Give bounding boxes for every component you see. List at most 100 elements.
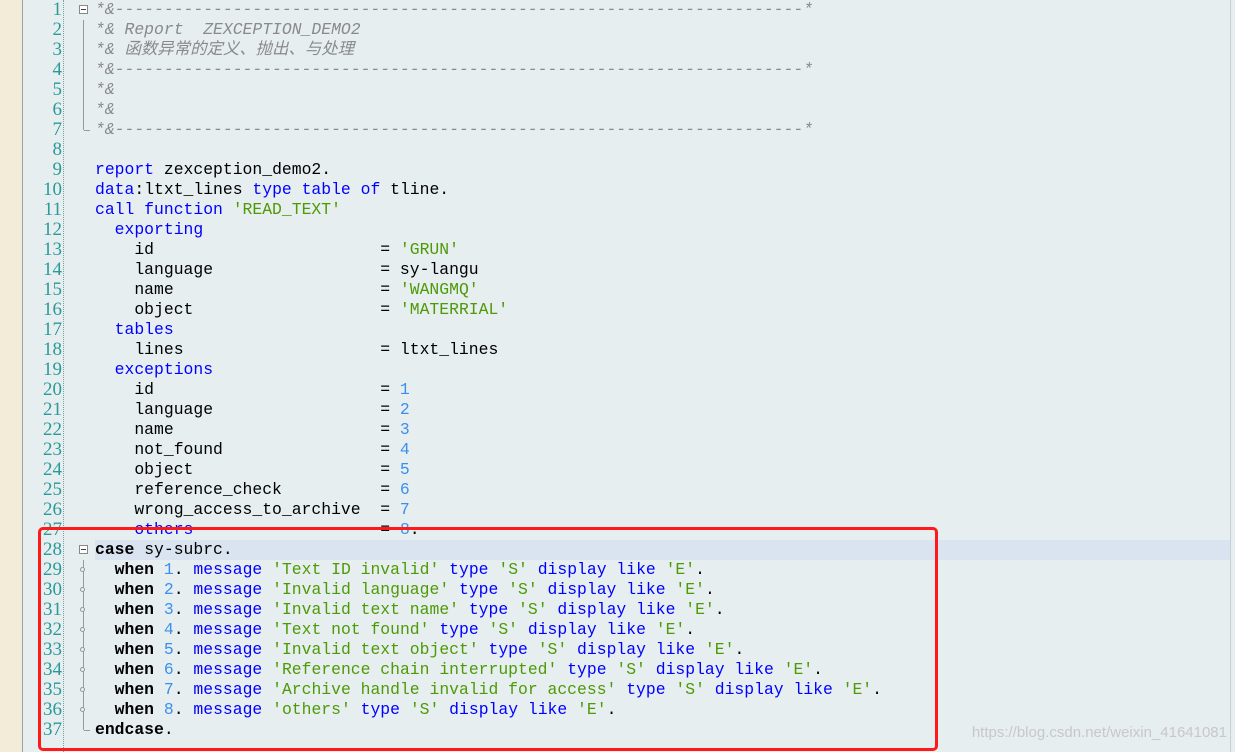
code-line[interactable]: 6 *& [0, 100, 1230, 120]
code-token: language = [95, 400, 400, 419]
line-number: 26 [43, 499, 62, 520]
code-text: *&--------------------------------------… [95, 0, 1230, 20]
code-line[interactable]: 15 name = 'WANGMQ' [0, 280, 1230, 300]
code-line[interactable]: 21 language = 2 [0, 400, 1230, 420]
code-text: *&--------------------------------------… [95, 120, 1230, 140]
code-line[interactable]: 14 language = sy-langu [0, 260, 1230, 280]
fold-line-icon [83, 100, 84, 120]
code-text: not_found = 4 [95, 440, 1230, 460]
fold-line-icon [83, 60, 84, 80]
fold-line-icon [83, 80, 84, 100]
code-line[interactable]: 7 *&-------------------------------------… [0, 120, 1230, 140]
line-number: 16 [43, 299, 62, 320]
keyword: report [95, 160, 155, 179]
code-line[interactable]: 9 report zexception_demo2. [0, 160, 1230, 180]
line-number: 10 [43, 179, 62, 200]
code-text: data:ltxt_lines type table of tline. [95, 180, 1230, 200]
code-text: tables [95, 320, 1230, 340]
line-number: 18 [43, 339, 62, 360]
code-line[interactable]: 16 object = 'MATERRIAL' [0, 300, 1230, 320]
line-number: 7 [52, 119, 63, 140]
string-literal: 'MATERRIAL' [399, 300, 509, 319]
code-token: name = [95, 420, 400, 439]
line-number: 12 [43, 219, 62, 240]
comment: *&--------------------------------------… [95, 0, 814, 19]
comment: *& [95, 100, 115, 119]
code-line[interactable]: 12 exporting [0, 220, 1230, 240]
number-literal: 2 [399, 400, 410, 419]
code-line[interactable]: 13 id = 'GRUN' [0, 240, 1230, 260]
number-literal: 7 [399, 500, 410, 519]
keyword: exceptions [95, 360, 214, 379]
code-text: lines = ltxt_lines [95, 340, 1230, 360]
line-number: 20 [43, 379, 62, 400]
code-line[interactable]: 1 *&-------------------------------------… [0, 0, 1230, 20]
code-token: name = [95, 280, 400, 299]
code-line[interactable]: 8 [0, 140, 1230, 160]
code-line[interactable]: 4 *&-------------------------------------… [0, 60, 1230, 80]
comment: *& Report ZEXCEPTION_DEMO2 [95, 20, 361, 39]
code-line[interactable]: 22 name = 3 [0, 420, 1230, 440]
code-line[interactable]: 19 exceptions [0, 360, 1230, 380]
code-text: exceptions [95, 360, 1230, 380]
fold-end-icon [83, 120, 90, 131]
code-text: id = 'GRUN' [95, 240, 1230, 260]
comment: *& [95, 80, 115, 99]
code-line[interactable]: 3 *& 函数异常的定义、抛出、与处理 [0, 40, 1230, 60]
code-token: :ltxt_lines [134, 180, 253, 199]
code-token: language = sy-langu [95, 260, 479, 279]
code-line[interactable]: 11 call function 'READ_TEXT' [0, 200, 1230, 220]
line-number: 3 [52, 39, 63, 60]
code-text: name = 3 [95, 420, 1230, 440]
line-number: 9 [52, 159, 63, 180]
code-token: zexception_demo2. [154, 160, 332, 179]
code-line[interactable]: 18 lines = ltxt_lines [0, 340, 1230, 360]
line-number: 25 [43, 479, 62, 500]
code-token: wrong_access_to_archive = [95, 500, 400, 519]
fold-collapse-icon[interactable] [79, 5, 88, 14]
code-text: *& 函数异常的定义、抛出、与处理 [95, 40, 1230, 60]
code-token: id = [95, 380, 400, 399]
line-number: 1 [52, 0, 63, 20]
fold-line-icon [83, 20, 84, 40]
code-text: object = 5 [95, 460, 1230, 480]
line-number: 4 [52, 59, 63, 80]
code-line[interactable]: 20 id = 1 [0, 380, 1230, 400]
line-number: 8 [52, 139, 63, 160]
keyword: type table of [252, 180, 381, 199]
code-text: call function 'READ_TEXT' [95, 200, 1230, 220]
code-text: reference_check = 6 [95, 480, 1230, 500]
number-literal: 4 [399, 440, 410, 459]
line-number: 23 [43, 439, 62, 460]
line-number: 24 [43, 459, 62, 480]
code-token: id = [95, 240, 400, 259]
code-line[interactable]: 24 object = 5 [0, 460, 1230, 480]
code-token: object = [95, 460, 400, 479]
code-token: not_found = [95, 440, 400, 459]
code-line[interactable]: 26 wrong_access_to_archive = 7 [0, 500, 1230, 520]
keyword: data [95, 180, 135, 199]
comment: *& 函数异常的定义、抛出、与处理 [95, 40, 354, 59]
highlight-annotation-box [38, 527, 938, 751]
code-text: language = 2 [95, 400, 1230, 420]
code-token: lines = ltxt_lines [95, 340, 499, 359]
code-line[interactable]: 10 data:ltxt_lines type table of tline. [0, 180, 1230, 200]
line-number: 15 [43, 279, 62, 300]
watermark: https://blog.csdn.net/weixin_41641081 [971, 724, 1227, 741]
keyword: call function [95, 200, 223, 219]
code-text: *& [95, 100, 1230, 120]
code-line[interactable]: 5 *& [0, 80, 1230, 100]
code-line[interactable]: 17 tables [0, 320, 1230, 340]
code-line[interactable]: 25 reference_check = 6 [0, 480, 1230, 500]
line-number: 6 [52, 99, 63, 120]
keyword: tables [95, 320, 174, 339]
line-number: 19 [43, 359, 62, 380]
number-literal: 1 [399, 380, 410, 399]
number-literal: 5 [399, 460, 410, 479]
code-line[interactable]: 23 not_found = 4 [0, 440, 1230, 460]
number-literal: 3 [399, 420, 410, 439]
code-token: reference_check = [95, 480, 400, 499]
code-text: report zexception_demo2. [95, 160, 1230, 180]
line-number: 2 [52, 19, 63, 40]
code-line[interactable]: 2 *& Report ZEXCEPTION_DEMO2 [0, 20, 1230, 40]
